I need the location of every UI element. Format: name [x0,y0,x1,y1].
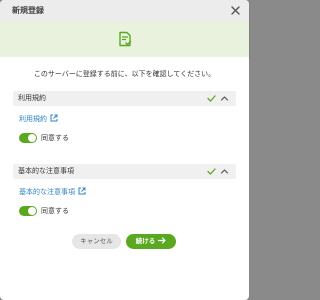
chevron-up-icon[interactable] [220,94,229,103]
check-icon [207,95,216,102]
agree-toggle[interactable] [19,206,37,216]
link-label: 基本的な注意事項 [19,188,75,196]
agree-label: 同意する [41,134,69,142]
close-icon[interactable] [228,3,242,17]
section-title: 利用規約 [18,94,46,102]
section-terms: 利用規約 利用規約 同意する [13,91,236,143]
dialog-title: 新規登録 [12,6,44,15]
document-check-icon [119,31,132,47]
guidelines-link[interactable]: 基本的な注意事項 [19,187,86,198]
check-icon [207,168,216,175]
toggle-knob [28,207,36,215]
link-label: 利用規約 [19,115,47,123]
toggle-knob [28,134,36,142]
external-link-icon [50,114,58,122]
dialog-banner [0,22,249,57]
arrow-right-icon [158,237,166,244]
chevron-up-icon[interactable] [220,167,229,176]
agree-label: 同意する [41,207,69,215]
section-header[interactable]: 利用規約 [13,91,236,106]
continue-label: 続ける [135,237,156,245]
external-link-icon [78,187,86,195]
continue-button[interactable]: 続ける [126,234,176,249]
terms-link[interactable]: 利用規約 [19,114,58,125]
section-guidelines: 基本的な注意事項 基本的な注意事項 同意する [13,164,236,216]
section-title: 基本的な注意事項 [18,167,74,175]
intro-text: このサーバーに登録する前に、以下を確認してください。 [33,70,216,78]
register-dialog: 新規登録 このサーバーに登録する前に、以下を確認してください。 利用規約 利用規… [0,0,249,300]
section-header[interactable]: 基本的な注意事項 [13,164,236,179]
cancel-button[interactable]: キャンセル [72,234,121,249]
agree-toggle[interactable] [19,133,37,143]
dialog-titlebar: 新規登録 [0,0,249,22]
